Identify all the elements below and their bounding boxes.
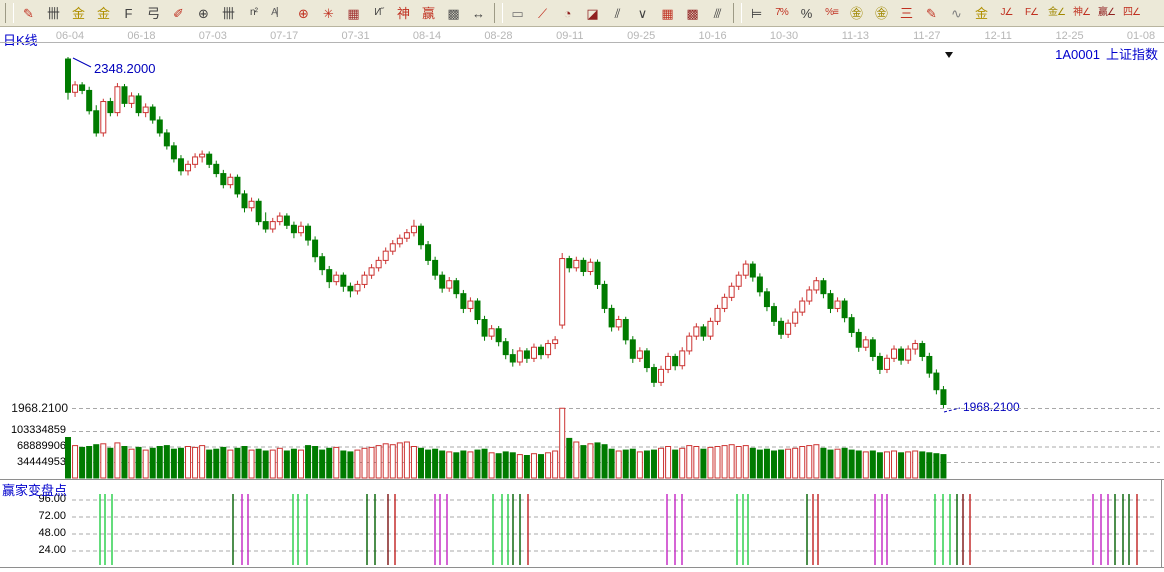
high-annotation-pointer — [72, 57, 92, 68]
app-window: ✎ 卌金金 F 弓 ✐ ⊕ 卌 n² A⎸ ⊕ ✳ ▦ И˝ 神赢 ▩ ↔ ▭ ⟋ ◔ ◪ ⫽ ∨ ▦ ▩ ⫻ ⊨ 7%% %≡ ㊎㊎三… — [0, 0, 1164, 572]
dropdown-arrow-icon[interactable] — [945, 52, 953, 58]
volume-series — [65, 407, 947, 479]
candlestick-series — [65, 57, 947, 408]
chart-canvas — [0, 42, 1164, 568]
indicator-title: 赢家变盘点 — [2, 483, 68, 498]
indicator-signal-lines — [99, 494, 1138, 565]
